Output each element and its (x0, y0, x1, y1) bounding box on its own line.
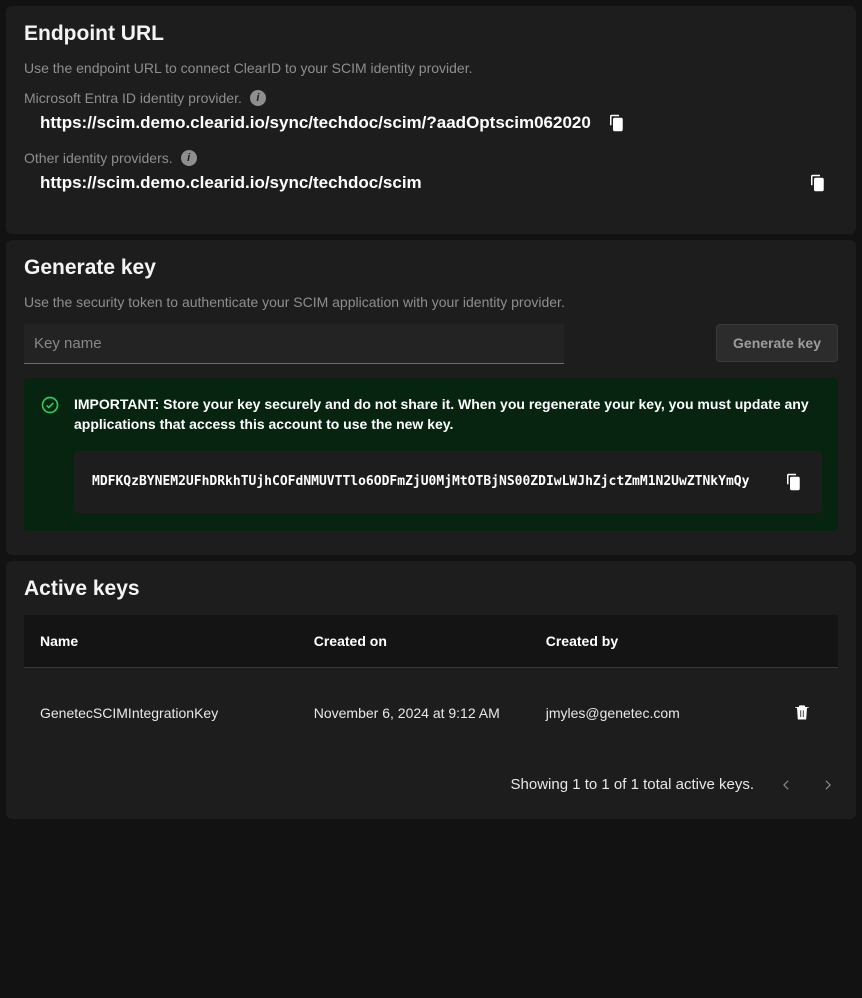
col-actions (746, 615, 838, 668)
pager: Showing 1 to 1 of 1 total active keys. (24, 775, 838, 795)
table-row: GenetecSCIMIntegrationKey November 6, 20… (24, 667, 838, 759)
generate-title: Generate key (24, 256, 838, 280)
chevron-left-icon[interactable] (776, 775, 796, 795)
generate-desc: Use the security token to authenticate y… (24, 294, 838, 310)
cell-actions (746, 667, 838, 759)
cell-name: GenetecSCIMIntegrationKey (24, 667, 298, 759)
info-icon[interactable]: i (181, 150, 197, 166)
entra-url: https://scim.demo.clearid.io/sync/techdo… (40, 113, 591, 133)
info-icon[interactable]: i (250, 90, 266, 106)
pager-text: Showing 1 to 1 of 1 total active keys. (511, 776, 754, 793)
endpoint-title: Endpoint URL (24, 22, 838, 46)
entra-label-row: Microsoft Entra ID identity provider. i (24, 90, 838, 106)
generate-card: Generate key Use the security token to a… (6, 240, 856, 555)
cell-created-on: November 6, 2024 at 9:12 AM (298, 667, 530, 759)
generated-key-value: MDFKQzBYNEM2UFhDRkhTUjhCOFdNMUVTTlo6ODFm… (92, 472, 766, 492)
alert-text: IMPORTANT: Store your key securely and d… (74, 394, 822, 435)
col-name: Name (24, 615, 298, 668)
chevron-right-icon[interactable] (818, 775, 838, 795)
endpoint-desc: Use the endpoint URL to connect ClearID … (24, 60, 838, 76)
generate-form: Generate key (24, 324, 838, 364)
col-created-on: Created on (298, 615, 530, 668)
active-keys-table: Name Created on Created by GenetecSCIMIn… (24, 615, 838, 759)
col-created-by: Created by (530, 615, 746, 668)
check-circle-icon (40, 395, 60, 415)
other-label: Other identity providers. (24, 150, 173, 166)
copy-icon[interactable] (782, 471, 804, 493)
generate-key-button[interactable]: Generate key (716, 324, 838, 362)
cell-created-by: jmyles@genetec.com (530, 667, 746, 759)
other-url: https://scim.demo.clearid.io/sync/techdo… (40, 173, 422, 193)
active-keys-card: Active keys Name Created on Created by G… (6, 561, 856, 819)
alert-header: IMPORTANT: Store your key securely and d… (40, 394, 822, 435)
key-name-input[interactable] (24, 324, 564, 364)
copy-icon[interactable] (605, 112, 627, 134)
generated-key-box: MDFKQzBYNEM2UFhDRkhTUjhCOFdNMUVTTlo6ODFm… (74, 451, 822, 513)
endpoint-card: Endpoint URL Use the endpoint URL to con… (6, 6, 856, 234)
key-alert: IMPORTANT: Store your key securely and d… (24, 378, 838, 531)
other-label-row: Other identity providers. i (24, 150, 838, 166)
active-keys-title: Active keys (24, 577, 838, 601)
other-url-row: https://scim.demo.clearid.io/sync/techdo… (24, 172, 838, 194)
entra-label: Microsoft Entra ID identity provider. (24, 90, 242, 106)
trash-icon[interactable] (792, 702, 814, 724)
table-header-row: Name Created on Created by (24, 615, 838, 668)
copy-icon[interactable] (806, 172, 828, 194)
entra-url-row: https://scim.demo.clearid.io/sync/techdo… (24, 112, 838, 134)
